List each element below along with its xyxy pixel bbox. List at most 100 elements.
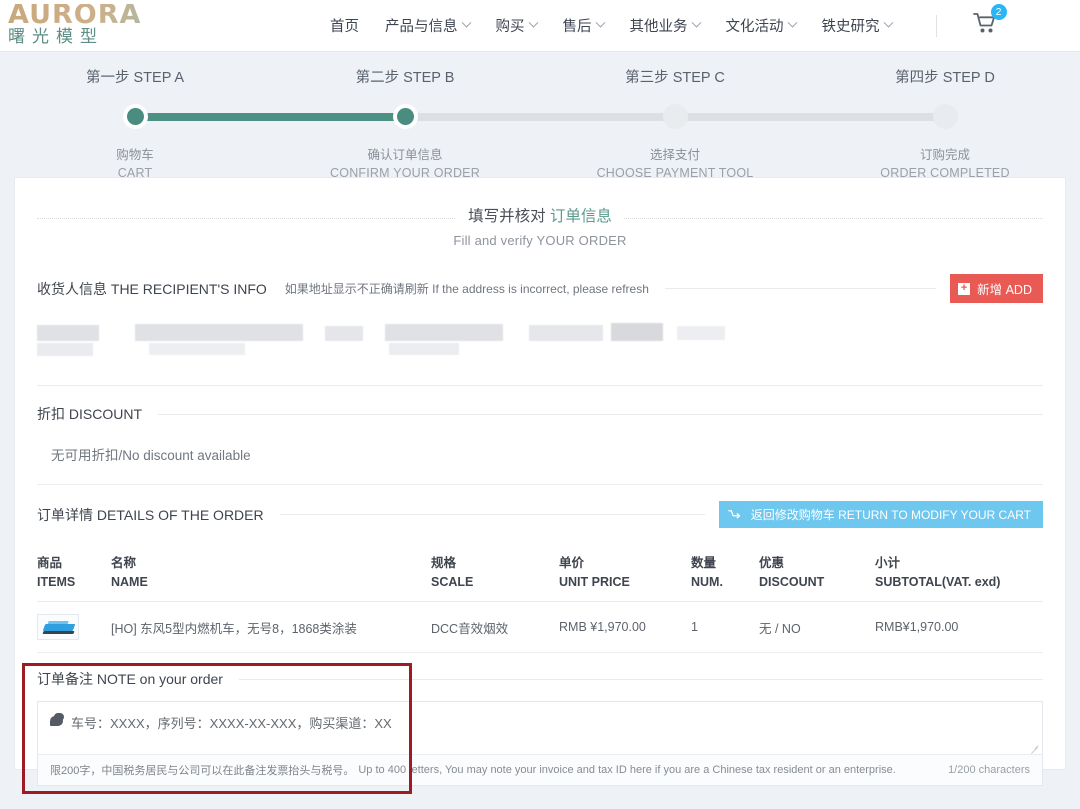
section-rule	[279, 514, 705, 515]
step-label-cn: 购物车	[116, 148, 154, 162]
step-c-labels: 选择支付 CHOOSE PAYMENT TOOL	[540, 130, 810, 180]
step-dot-c[interactable]	[662, 104, 688, 129]
step-d-dot-wrap	[810, 104, 1080, 130]
step-dot-b[interactable]	[392, 104, 418, 129]
chevron-down-icon	[595, 17, 605, 28]
textarea-resize-handle[interactable]	[1030, 742, 1039, 751]
step-d: 第四步 STEP D	[810, 66, 1080, 104]
step-c: 第三步 STEP C	[540, 66, 810, 104]
col-subtotal: 小计 SUBTOTAL(VAT. exd)	[875, 542, 1043, 602]
step-a-labels: 购物车 CART	[0, 130, 270, 180]
add-address-button[interactable]: + 新增 ADD	[950, 274, 1043, 303]
col-discount-cn: 优惠	[759, 556, 785, 570]
steps-labels-row: 购物车 CART 确认订单信息 CONFIRM YOUR ORDER 选择支付 …	[0, 130, 1080, 180]
recipient-section-title: 收货人信息 THE RECIPIENT'S INFO	[37, 280, 267, 297]
nav-item-products[interactable]: 产品与信息	[385, 15, 471, 36]
col-scale: 规格 SCALE	[431, 542, 559, 602]
chevron-down-icon	[691, 17, 701, 28]
step-label-cn: 确认订单信息	[367, 148, 443, 162]
nav-item-after-sales[interactable]: 售后	[563, 15, 605, 36]
page-title-cn-dark: 填写并核对	[468, 208, 546, 225]
note-helper-en: Up to 400 letters, You may note your inv…	[358, 764, 896, 776]
step-title: 第一步 STEP A	[85, 70, 185, 86]
col-items: 商品 ITEMS	[37, 542, 111, 602]
cart-count-badge: 2	[990, 4, 1007, 20]
locomotive-chassis-shape	[42, 631, 75, 634]
col-scale-en: SCALE	[431, 575, 474, 589]
col-items-en: ITEMS	[37, 575, 76, 589]
order-card: 填写并核对 订单信息 Fill and verify YOUR ORDER 收货…	[14, 177, 1066, 794]
card-title-zone: 填写并核对 订单信息 Fill and verify YOUR ORDER	[37, 178, 1043, 248]
nav-item-purchase[interactable]: 购买	[495, 15, 538, 36]
col-name-cn: 名称	[111, 556, 137, 570]
checkout-steps: 第一步 STEP A 第二步 STEP B 第三步 STEP C 第四步 STE…	[0, 52, 1080, 180]
step-title: 第四步 STEP D	[895, 70, 995, 86]
col-discount-en: DISCOUNT	[759, 575, 825, 589]
order-note-section: 订单备注 NOTE on your order 车号：XXXX，序列号：XXXX…	[22, 663, 1043, 794]
main-navigation: 首页 产品与信息 购买 售后 其他业务 文化活动 铁史研究 2	[330, 4, 1015, 39]
step-title: 第三步 STEP C	[625, 70, 725, 86]
step-dot-a[interactable]	[122, 104, 148, 129]
chat-bubble-icon	[50, 713, 64, 726]
nav-label: 其他业务	[629, 19, 688, 35]
step-b: 第二步 STEP B	[270, 66, 540, 104]
recipient-address-redacted[interactable]	[37, 319, 727, 361]
chevron-down-icon	[461, 17, 471, 28]
nav-item-home[interactable]: 首页	[330, 15, 359, 36]
step-dot-d[interactable]	[932, 104, 958, 129]
logo-text-cn: 曙光模型	[8, 26, 104, 46]
col-discount: 优惠 DISCOUNT	[759, 542, 875, 602]
col-num-en: NUM.	[691, 575, 723, 589]
order-table-head: 商品 ITEMS 名称 NAME 规格 SCALE 单价 UNIT PRICE …	[37, 542, 1043, 602]
order-table-body: [HO] 东风5型内燃机车，无号8，1868类涂装 DCC音效烟效 RMB ¥1…	[37, 601, 1043, 653]
col-items-cn: 商品	[37, 556, 63, 570]
cell-subtotal: RMB¥1,970.00	[875, 601, 1043, 653]
note-helper-bar: 限200字，中国税务居民与公司可以在此备注发票抬头与税号。 Up to 400 …	[38, 754, 1042, 785]
nav-label: 文化活动	[725, 19, 784, 35]
nav-item-rail-history[interactable]: 铁史研究	[822, 15, 893, 36]
col-scale-cn: 规格	[431, 556, 457, 570]
col-unit-price: 单价 UNIT PRICE	[559, 542, 691, 602]
chevron-down-icon	[787, 17, 797, 28]
step-a: 第一步 STEP A	[0, 66, 270, 104]
order-details-section-title: 订单详情 DETAILS OF THE ORDER	[37, 506, 264, 523]
step-label-cn: 选择支付	[649, 148, 700, 162]
col-name: 名称 NAME	[111, 542, 431, 602]
return-to-cart-button[interactable]: 返回修改购物车 RETURN TO MODIFY YOUR CART	[718, 501, 1043, 528]
col-name-en: NAME	[111, 575, 148, 589]
cell-thumbnail	[37, 601, 111, 653]
section-rule	[664, 288, 937, 289]
note-helper-cn: 限200字，中国税务居民与公司可以在此备注发票抬头与税号。	[50, 765, 355, 777]
cell-product-name[interactable]: [HO] 东风5型内燃机车，无号8，1868类涂装	[111, 601, 431, 653]
section-rule	[238, 678, 1043, 680]
table-row: [HO] 东风5型内燃机车，无号8，1868类涂装 DCC音效烟效 RMB ¥1…	[37, 601, 1043, 653]
discount-section-header: 折扣 DISCOUNT	[37, 404, 1043, 424]
col-unit-price-cn: 单价	[559, 556, 585, 570]
chevron-down-icon	[528, 17, 538, 28]
step-b-dot-wrap	[270, 104, 540, 130]
site-header: AURORA 曙光模型 首页 产品与信息 购买 售后 其他业务 文化活动 铁史研…	[0, 0, 1080, 52]
nav-label: 购买	[495, 19, 525, 35]
locomotive-thumbnail[interactable]	[37, 614, 79, 640]
cart-button[interactable]: 2	[972, 4, 1015, 39]
col-subtotal-en: SUBTOTAL(VAT. exd)	[875, 575, 1001, 589]
col-num-cn: 数量	[691, 556, 717, 570]
add-address-label: 新增 ADD	[977, 283, 1032, 297]
site-logo[interactable]: AURORA 曙光模型	[0, 1, 300, 48]
table-header-row: 商品 ITEMS 名称 NAME 规格 SCALE 单价 UNIT PRICE …	[37, 542, 1043, 602]
cell-discount: 无 / NO	[759, 601, 875, 653]
nav-item-other-business[interactable]: 其他业务	[629, 15, 701, 36]
nav-label: 首页	[330, 19, 359, 35]
col-subtotal-cn: 小计	[875, 556, 901, 570]
return-to-cart-label: 返回修改购物车 RETURN TO MODIFY YOUR CART	[750, 508, 1031, 522]
order-items-table: 商品 ITEMS 名称 NAME 规格 SCALE 单价 UNIT PRICE …	[37, 542, 1043, 653]
col-num: 数量 NUM.	[691, 542, 759, 602]
note-input-box: 车号：XXXX，序列号：XXXX-XX-XXX，购买渠道：XX 限200字，中国…	[37, 701, 1043, 786]
cart-return-icon	[727, 510, 741, 519]
discount-section-title: 折扣 DISCOUNT	[37, 406, 142, 422]
locomotive-body-shape	[42, 624, 76, 631]
step-b-labels: 确认订单信息 CONFIRM YOUR ORDER	[270, 130, 540, 180]
recipient-refresh-hint: 如果地址显示不正确请刷新 If the address is incorrect…	[284, 282, 649, 296]
note-textarea[interactable]: 车号：XXXX，序列号：XXXX-XX-XXX，购买渠道：XX	[38, 702, 1042, 754]
nav-item-culture[interactable]: 文化活动	[725, 15, 797, 36]
